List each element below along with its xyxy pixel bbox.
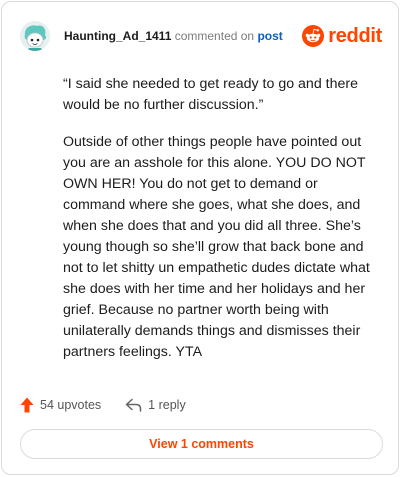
reply-stat[interactable]: 1 reply (125, 398, 186, 412)
reddit-logo-icon (302, 25, 325, 47)
replies-count: 1 reply (148, 398, 186, 412)
post-link[interactable]: post (257, 29, 282, 43)
reply-arrow-icon (125, 398, 142, 412)
author-username[interactable]: Haunting_Ad_1411 (64, 29, 171, 43)
comment-meta: Haunting_Ad_1411 commented on post (64, 29, 283, 43)
comment-header: Haunting_Ad_1411 commented on post reddi… (20, 20, 382, 52)
reddit-wordmark: reddit (328, 24, 382, 47)
comment-quote: “I said she needed to get ready to go an… (63, 76, 358, 113)
upvote-stat[interactable]: 54 upvotes (20, 397, 101, 413)
snoo-avatar-icon (20, 21, 50, 51)
upvotes-count: 54 upvotes (40, 398, 102, 412)
reddit-brand[interactable]: reddit (302, 25, 382, 48)
comment-card: Haunting_Ad_1411 commented on post reddi… (1, 1, 399, 475)
action-text: commented on (174, 29, 255, 43)
comment-body: Outside of other things people have poin… (63, 134, 370, 360)
comment-footer: 54 upvotes 1 reply (20, 392, 186, 418)
avatar[interactable] (20, 21, 50, 51)
view-comments-button[interactable]: View 1 comments (20, 429, 383, 459)
upvote-arrow-icon (20, 397, 34, 413)
